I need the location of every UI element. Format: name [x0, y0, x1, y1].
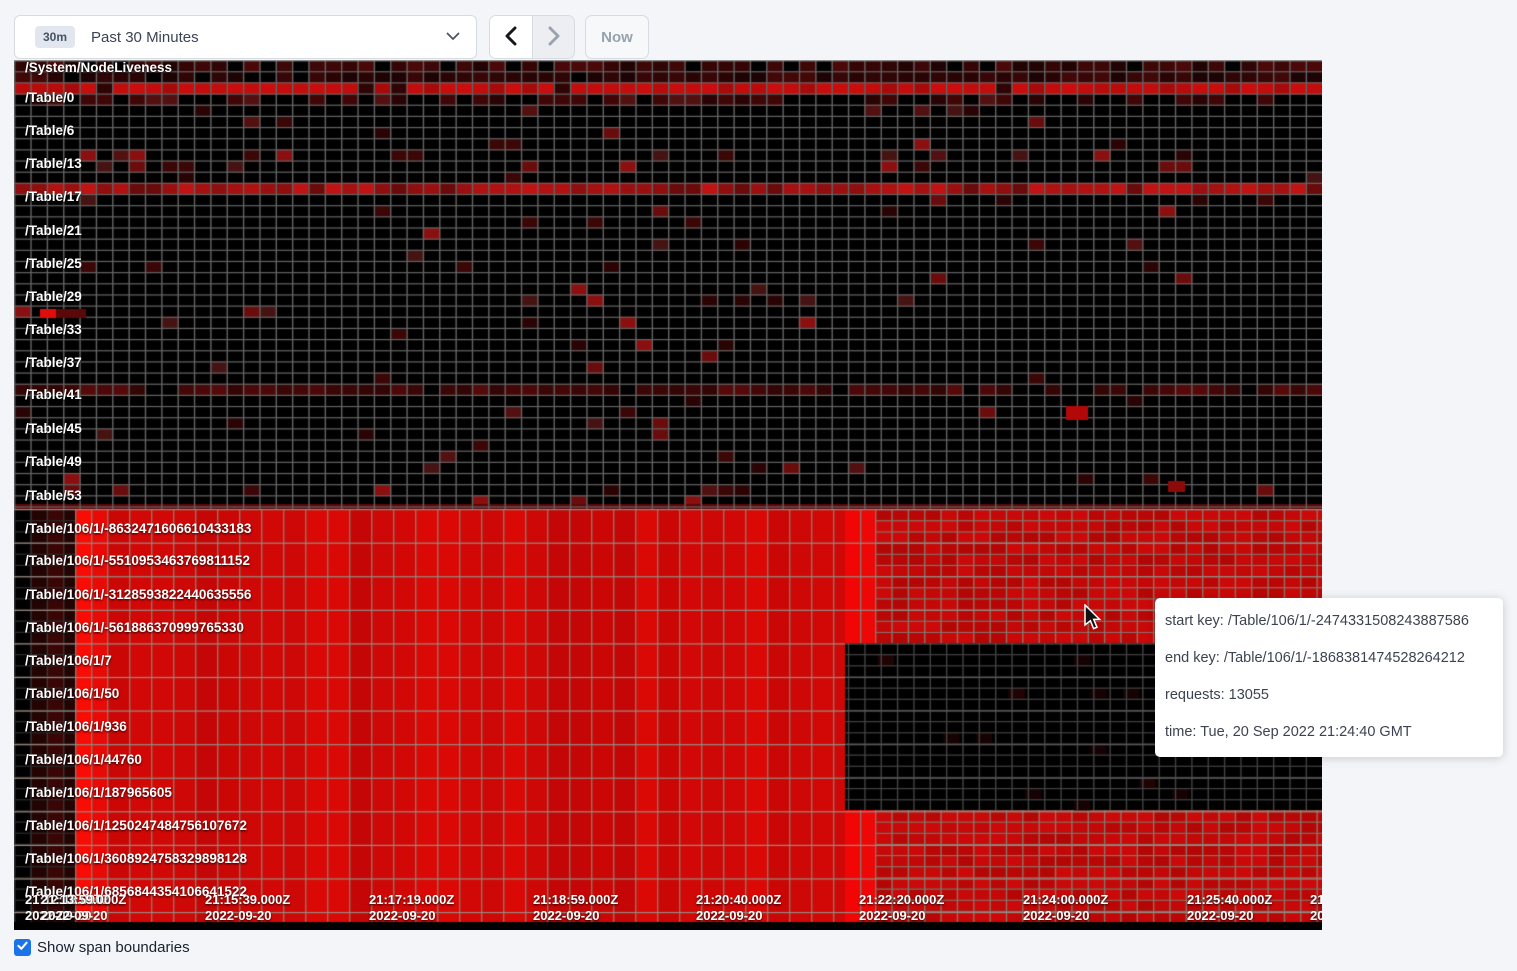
keyvisualizer-canvas[interactable]: [14, 60, 1322, 930]
tooltip-time: time: Tue, 20 Sep 2022 21:24:40 GMT: [1165, 724, 1493, 740]
show-span-boundaries-label: Show span boundaries: [37, 939, 190, 956]
tooltip-requests: requests: 13055: [1165, 687, 1493, 703]
key-visualizer-page: 30m Past 30 Minutes Now /System/NodeLive…: [0, 0, 1517, 971]
now-button[interactable]: Now: [585, 15, 649, 59]
tooltip-start-key: start key: /Table/106/1/-247433150824388…: [1165, 613, 1493, 629]
next-time-button[interactable]: [532, 16, 574, 58]
chevron-down-icon: [446, 28, 460, 46]
prev-time-button[interactable]: [490, 16, 532, 58]
keyvisualizer-heatmap[interactable]: /System/NodeLiveness/Table/0/Table/6/Tab…: [14, 60, 1322, 930]
toolbar: 30m Past 30 Minutes Now: [14, 15, 649, 59]
check-icon: [16, 939, 29, 957]
chevron-left-icon: [505, 26, 517, 49]
chevron-right-icon: [548, 26, 560, 49]
hover-tooltip: start key: /Table/106/1/-247433150824388…: [1155, 598, 1503, 757]
time-range-label: Past 30 Minutes: [91, 29, 430, 46]
span-boundaries-row: Show span boundaries: [14, 939, 190, 956]
show-span-boundaries-checkbox[interactable]: [14, 939, 31, 956]
time-range-badge: 30m: [35, 26, 75, 48]
time-nav-group: [489, 15, 575, 59]
time-range-dropdown[interactable]: 30m Past 30 Minutes: [14, 15, 477, 59]
tooltip-end-key: end key: /Table/106/1/-18683814745282642…: [1165, 650, 1493, 666]
